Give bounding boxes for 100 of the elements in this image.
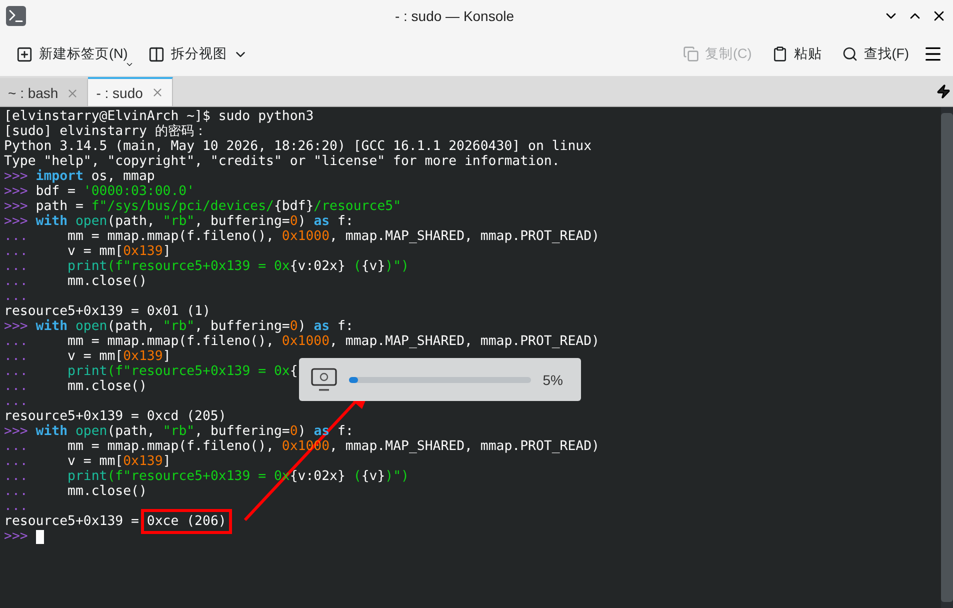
code-token: (path,	[107, 214, 156, 229]
code-token: (f"resource5+0x139 = 0x	[107, 364, 290, 379]
prompt-marker: >>>	[4, 214, 29, 229]
code-token: , buffering=	[194, 214, 290, 229]
code-token: mm = mmap.mmap(f.fileno(),	[68, 229, 275, 244]
lightning-icon[interactable]	[936, 84, 951, 98]
prompt-marker: >>>	[4, 424, 29, 439]
code-token: ]	[162, 349, 171, 364]
text-cursor	[36, 530, 44, 544]
code-token: , buffering=	[194, 319, 290, 334]
prompt-marker: ...	[4, 364, 29, 379]
code-token: with	[36, 319, 69, 334]
code-token: open	[75, 424, 108, 439]
code-token: open	[75, 319, 108, 334]
prompt-marker: ...	[4, 334, 29, 349]
code-token: 0	[290, 214, 298, 229]
code-token: f:	[336, 319, 354, 334]
code-token: [elvinstarry@ElvinArch ~]$ sudo python3	[4, 109, 314, 124]
code-token: (f"resource5+0x139 = 0x	[107, 259, 290, 274]
terminal-app-icon	[6, 6, 26, 26]
terminal-tab[interactable]: - : sudo	[88, 77, 173, 106]
code-token: with	[36, 214, 69, 229]
code-token: mm.close()	[68, 484, 147, 499]
code-token: (	[352, 259, 362, 274]
prompt-marker: ...	[4, 499, 28, 514]
clipboard-icon	[772, 46, 788, 62]
prompt-marker: ...	[4, 349, 29, 364]
split-view-button[interactable]: 拆分视图	[142, 41, 254, 67]
prompt-marker: ...	[4, 274, 29, 289]
prompt-marker: ...	[4, 379, 29, 394]
code-token: /resource5"	[314, 199, 402, 214]
scrollbar[interactable]	[941, 107, 953, 608]
prompt-marker: >>>	[4, 529, 29, 544]
code-token: )")	[385, 469, 409, 484]
prompt-marker: ...	[4, 439, 29, 454]
prompt-marker: ...	[4, 289, 28, 304]
prompt-marker: ...	[4, 229, 29, 244]
code-token: '0000:03:00.0'	[83, 184, 195, 199]
code-token: resource5+0x139 =	[4, 514, 140, 529]
code-token: , mmap.MAP_SHARED, mmap.PROT_READ)	[330, 439, 600, 454]
code-token: (path,	[107, 424, 156, 439]
code-token: )	[298, 214, 307, 229]
copy-icon	[683, 46, 699, 62]
code-token: v = mm[	[68, 349, 124, 364]
code-token: {v:02x}	[290, 469, 346, 484]
monitor-brightness-icon	[311, 368, 337, 392]
code-token: as	[314, 214, 330, 229]
code-token: 0x1000	[282, 334, 330, 349]
code-token: path =	[36, 199, 84, 214]
code-token: 0x139	[123, 244, 163, 259]
code-token: )")	[385, 259, 409, 274]
prompt-marker: >>>	[4, 319, 29, 334]
code-token: print	[68, 259, 108, 274]
terminal-tab[interactable]: ~ : bash	[0, 78, 88, 106]
highlighted-output: 0xce (206)	[140, 509, 232, 534]
code-token: , mmap.MAP_SHARED, mmap.PROT_READ)	[330, 334, 600, 349]
code-token: mm = mmap.mmap(f.fileno(),	[68, 334, 275, 349]
code-token: mm = mmap.mmap(f.fileno(),	[68, 439, 275, 454]
prompt-marker: >>>	[4, 184, 29, 199]
caret-icon	[124, 60, 134, 69]
code-token: import	[36, 169, 84, 184]
code-token: f"/sys/bus/pci/devices/	[91, 199, 274, 214]
code-token: os, mmap	[90, 169, 155, 184]
code-token: resource5+0x139 = 0xcd (205)	[4, 409, 226, 424]
code-token: {	[290, 364, 298, 379]
code-token: Type "help", "copyright", "credits" or "license" for more information.	[4, 154, 560, 169]
find-button[interactable]: 查找(F)	[836, 41, 915, 67]
code-token: v = mm[	[68, 454, 124, 469]
window-title: - : sudo — Konsole	[394, 8, 516, 24]
code-token: resource5+0x139 = 0x01 (1)	[4, 304, 210, 319]
code-token: print	[68, 364, 108, 379]
code-token: mm.close()	[68, 274, 147, 289]
code-token: {v:02x}	[290, 259, 346, 274]
search-icon	[842, 46, 858, 62]
prompt-marker: ...	[4, 454, 29, 469]
prompt-marker: >>>	[4, 169, 29, 184]
code-token: {v}	[361, 259, 386, 274]
code-token: {bdf}	[274, 199, 314, 214]
code-token: open	[75, 214, 108, 229]
code-token: as	[314, 319, 330, 334]
code-token: ]	[162, 244, 171, 259]
code-token: bdf =	[36, 184, 76, 199]
columns-icon	[148, 46, 165, 62]
code-token: mm.close()	[68, 379, 147, 394]
code-token: "rb"	[162, 424, 195, 439]
paste-button[interactable]: 粘贴	[766, 41, 828, 67]
code-token: with	[36, 424, 69, 439]
close-icon[interactable]	[150, 86, 164, 99]
code-token: "rb"	[162, 319, 195, 334]
prompt-marker: ...	[4, 259, 29, 274]
code-token: )	[298, 424, 307, 439]
code-token: (path,	[107, 319, 156, 334]
code-token: , buffering=	[194, 424, 290, 439]
code-token: f:	[336, 214, 354, 229]
code-token: )	[298, 319, 307, 334]
prompt-marker: ...	[4, 469, 29, 484]
code-token: ]	[162, 454, 171, 469]
brightness-percentage: 5%	[542, 372, 563, 388]
new-tab-button[interactable]: 新建标签页(N)	[10, 41, 134, 67]
code-token: "rb"	[162, 214, 195, 229]
